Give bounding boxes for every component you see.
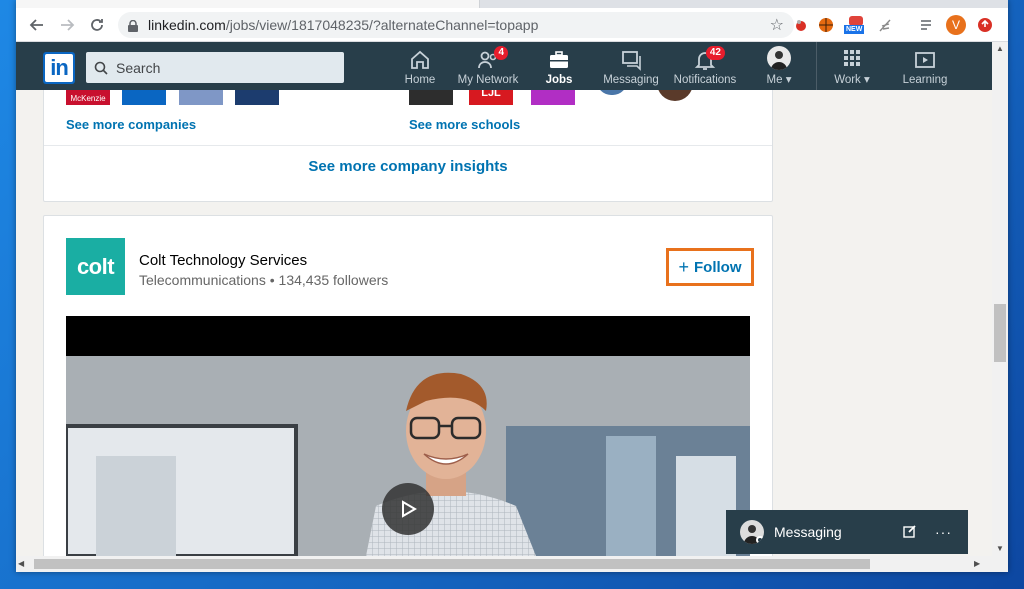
nav-divider [816, 42, 817, 90]
see-more-company-insights-link[interactable]: See more company insights [44, 158, 772, 175]
school-logo[interactable]: LJL [469, 90, 513, 105]
nav-me[interactable]: Me ▾ [756, 42, 802, 90]
nav-jobs[interactable]: Jobs [536, 42, 582, 90]
messaging-label: Messaging [774, 524, 842, 540]
tab-strip [16, 0, 1008, 8]
nav-home[interactable]: Home [394, 42, 446, 90]
bookmark-star-icon[interactable]: ☆ [770, 15, 784, 35]
browser-window: linkedin.com/jobs/view/1817048235/?alter… [16, 0, 1008, 572]
search-box[interactable] [86, 52, 344, 83]
follow-highlight: + Follow [666, 248, 754, 286]
school-logo[interactable] [597, 90, 627, 95]
url-host: linkedin.com [148, 17, 226, 33]
horizontal-scrollbar-thumb[interactable] [34, 559, 870, 569]
card-divider [44, 145, 772, 146]
nav-label: My Network [457, 74, 519, 86]
main-content: McKenzie LJL See more companies See more… [16, 90, 992, 556]
school-logo[interactable] [657, 90, 693, 101]
chevron-down-icon: ▾ [864, 74, 870, 86]
jobs-icon [547, 48, 571, 72]
back-icon[interactable] [22, 10, 52, 40]
nav-label: Home [404, 74, 436, 86]
chevron-down-icon: ▾ [785, 74, 792, 86]
nav-work[interactable]: Work ▾ [826, 42, 878, 90]
new-badge: NEW [844, 25, 865, 34]
update-icon[interactable] [976, 16, 994, 34]
messaging-icon [619, 48, 643, 72]
company-logo[interactable]: McKenzie [66, 90, 110, 105]
scroll-right-arrow[interactable]: ▶ [974, 556, 988, 572]
notifications-badge: 42 [705, 46, 725, 60]
extension-basketball-icon[interactable] [817, 16, 835, 34]
bell-icon: 42 [693, 46, 725, 72]
company-name[interactable]: Colt Technology Services [139, 252, 307, 269]
home-icon [408, 48, 432, 72]
follower-count: 134,435 followers [278, 272, 389, 288]
company-logo[interactable] [179, 90, 223, 105]
nav-my-network[interactable]: 4 My Network [452, 42, 524, 90]
nav-messaging[interactable]: Messaging [602, 42, 660, 90]
address-bar: linkedin.com/jobs/view/1817048235/?alter… [16, 8, 1008, 42]
extension-red-icon[interactable] [792, 16, 810, 34]
nav-learning[interactable]: Learning [900, 42, 950, 90]
company-card: colt Colt Technology Services Telecommun… [43, 215, 773, 556]
reload-icon[interactable] [82, 10, 112, 40]
lock-icon [128, 19, 138, 32]
play-button[interactable] [382, 483, 434, 535]
learning-icon [913, 48, 937, 72]
nav-label: Messaging [603, 74, 659, 86]
avatar [740, 520, 764, 544]
compose-icon[interactable] [903, 524, 917, 541]
extension-new-icon[interactable]: NEW [844, 16, 868, 34]
scroll-up-arrow[interactable]: ▲ [992, 42, 1008, 56]
follow-label: Follow [694, 258, 742, 276]
company-subtitle: Telecommunications • 134,435 followers [139, 272, 388, 288]
linkedin-logo[interactable]: in [43, 52, 75, 84]
nav-label: Jobs [545, 74, 573, 86]
linkedin-navbar: in Home 4 My Network Jobs [16, 42, 992, 90]
nav-label: Notifications [673, 74, 737, 86]
company-logo[interactable] [235, 90, 279, 105]
follow-button[interactable]: + Follow [669, 251, 751, 283]
see-more-companies-link[interactable]: See more companies [66, 117, 196, 132]
avatar [767, 46, 791, 70]
url-field[interactable]: linkedin.com/jobs/view/1817048235/?alter… [118, 12, 794, 38]
colt-logo[interactable]: colt [66, 238, 125, 295]
school-logo[interactable] [531, 90, 575, 105]
network-badge: 4 [494, 46, 508, 60]
horizontal-scrollbar[interactable]: ◀ ▶ [16, 556, 1008, 572]
online-status-indicator [756, 536, 764, 544]
grid-icon [840, 46, 864, 70]
profile-avatar[interactable]: V [946, 15, 966, 35]
more-options-icon[interactable]: ··· [935, 524, 952, 540]
vertical-scrollbar[interactable]: ▲ ▼ [992, 42, 1008, 556]
scroll-down-arrow[interactable]: ▼ [992, 542, 1008, 556]
separator: • [265, 272, 279, 288]
nav-label: Learning [902, 74, 948, 86]
network-icon: 4 [476, 46, 508, 72]
extension-feather-icon[interactable] [876, 16, 894, 34]
plus-icon: + [678, 256, 689, 277]
scroll-left-arrow[interactable]: ◀ [18, 556, 32, 572]
play-icon [402, 500, 417, 518]
school-logo[interactable] [409, 90, 453, 105]
company-insights-card: McKenzie LJL See more companies See more… [43, 90, 773, 202]
company-logo[interactable] [122, 90, 166, 105]
messaging-dock[interactable]: Messaging ··· [726, 510, 968, 554]
active-tab[interactable] [16, 0, 480, 8]
search-icon [94, 61, 108, 75]
nav-notifications[interactable]: 42 Notifications [672, 42, 738, 90]
reading-list-icon[interactable] [918, 16, 936, 34]
company-industry: Telecommunications [139, 272, 266, 288]
nav-label: Me ▾ [766, 74, 792, 86]
forward-icon[interactable] [52, 10, 82, 40]
see-more-schools-link[interactable]: See more schools [409, 117, 520, 132]
vertical-scrollbar-thumb[interactable] [994, 304, 1006, 362]
company-video[interactable] [66, 316, 750, 556]
search-input[interactable] [116, 59, 316, 76]
nav-label: Work ▾ [834, 74, 870, 86]
url-path: /jobs/view/1817048235/?alternateChannel=… [225, 17, 539, 33]
